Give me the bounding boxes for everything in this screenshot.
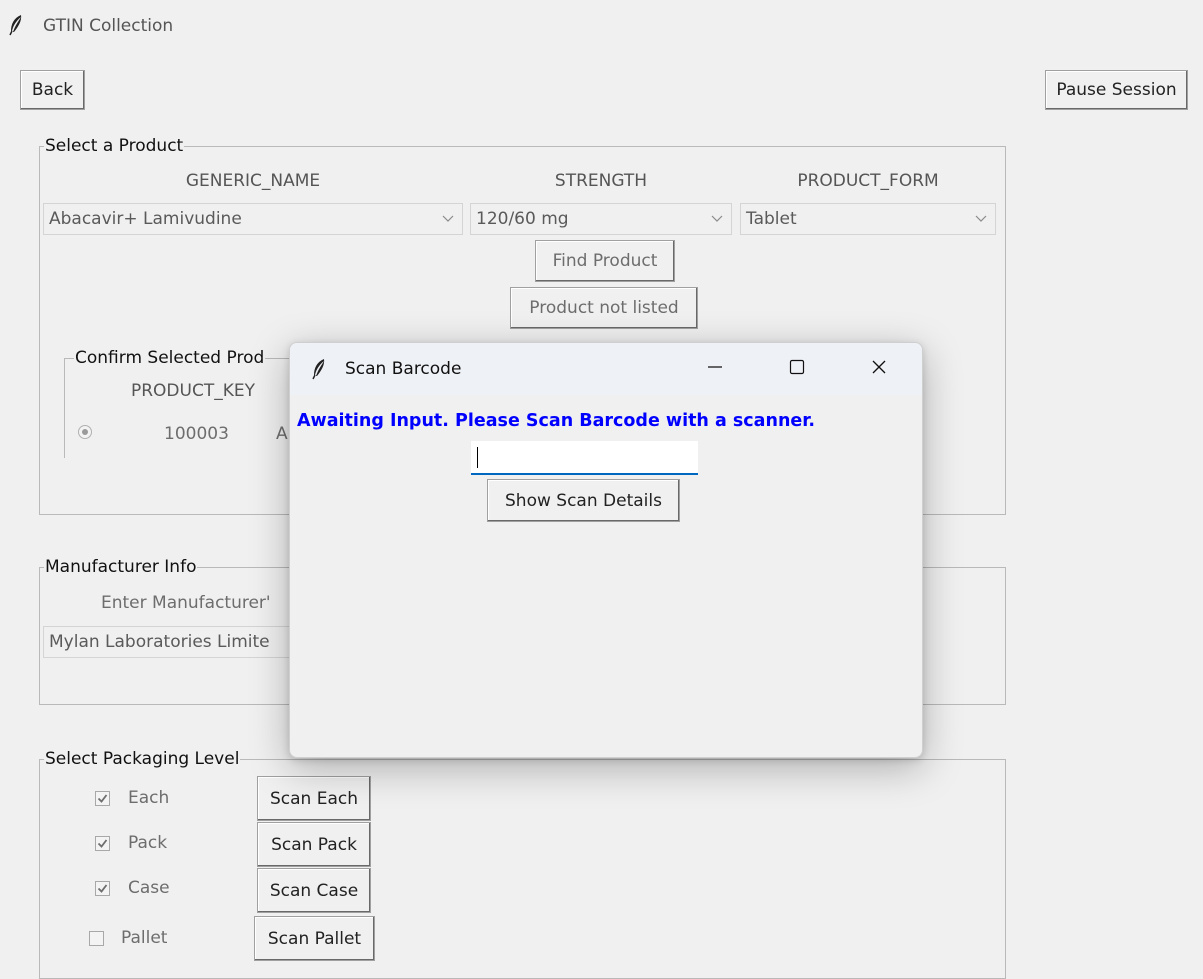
back-button[interactable]: Back [20,70,85,110]
chevron-down-icon[interactable] [702,204,731,234]
pause-session-button[interactable]: Pause Session [1045,70,1188,110]
scan-status-message: Awaiting Input. Please Scan Barcode with… [297,411,816,431]
generic-name-header: GENERIC_NAME [185,171,321,191]
strength-combobox[interactable]: 120/60 mg [470,203,732,235]
dialog-title: Scan Barcode [345,359,462,379]
scan-barcode-dialog: Scan Barcode Awaiting Input. Please Scan… [289,342,923,758]
strength-value: 120/60 mg [476,209,569,229]
product-form-value: Tablet [746,209,797,229]
generic-name-value: Abacavir+ Lamivudine [49,209,242,229]
manufacturer-legend: Manufacturer Info [44,557,198,577]
close-button[interactable] [844,343,914,395]
packaging-frame [39,759,1006,979]
minimize-button[interactable] [680,343,750,395]
product-key-value: 100003 [164,424,229,444]
scan-pallet-button[interactable]: Scan Pallet [254,916,375,961]
feather-icon [8,14,24,36]
each-checkbox[interactable] [95,791,110,806]
product-row-next-cell: A [276,424,288,444]
pack-checkbox[interactable] [95,836,110,851]
generic-name-combobox[interactable]: Abacavir+ Lamivudine [43,203,463,235]
app-titlebar: GTIN Collection [0,0,1203,48]
pallet-checkbox[interactable] [89,931,104,946]
chevron-down-icon[interactable] [433,204,462,234]
select-product-legend: Select a Product [44,136,185,156]
barcode-input[interactable] [471,441,698,475]
pallet-label: Pallet [121,928,168,948]
minimize-icon [707,359,723,380]
feather-icon [311,358,327,380]
product-form-combobox[interactable]: Tablet [740,203,996,235]
product-radio[interactable] [78,425,92,439]
strength-header: STRENGTH [554,171,648,191]
case-label: Case [128,878,170,898]
scan-case-button[interactable]: Scan Case [257,868,371,913]
find-product-button[interactable]: Find Product [535,240,675,282]
maximize-icon [789,359,805,380]
manufacturer-prompt: Enter Manufacturer' [101,593,271,613]
pack-label: Pack [128,833,168,853]
product-key-header: PRODUCT_KEY [130,381,255,401]
case-checkbox[interactable] [95,881,110,896]
manufacturer-field[interactable]: Mylan Laboratories Limite [43,626,303,658]
chevron-down-icon[interactable] [966,204,995,234]
text-cursor [477,447,478,468]
scan-each-button[interactable]: Scan Each [257,776,371,821]
close-icon [871,359,887,380]
manufacturer-value: Mylan Laboratories Limite [49,632,270,652]
product-form-header: PRODUCT_FORM [797,171,939,191]
dialog-titlebar[interactable]: Scan Barcode [290,343,922,395]
app-title: GTIN Collection [43,16,174,36]
scan-pack-button[interactable]: Scan Pack [257,822,371,867]
confirm-product-legend: Confirm Selected Prod [74,348,266,368]
each-label: Each [128,788,170,808]
show-scan-details-button[interactable]: Show Scan Details [487,479,680,522]
product-not-listed-button[interactable]: Product not listed [510,287,698,329]
packaging-legend: Select Packaging Level [44,749,241,769]
maximize-button[interactable] [762,343,832,395]
